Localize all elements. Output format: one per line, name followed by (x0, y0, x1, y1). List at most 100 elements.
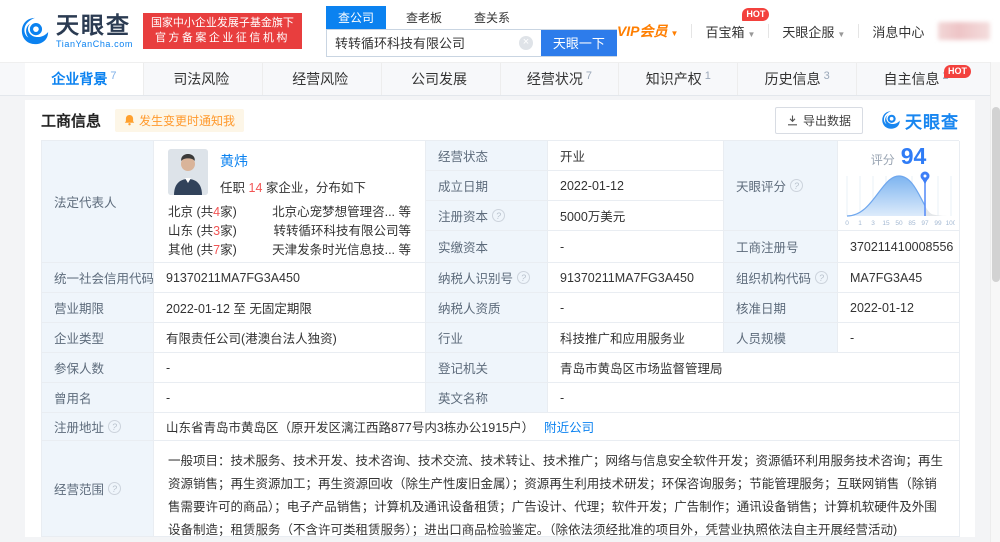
scope-value: 一般项目：技术服务、技术开发、技术咨询、技术交流、技术转让、技术推广；网络与信息… (154, 441, 960, 537)
search-area: 查公司 查老板 查关系 × 天眼一下 (325, 5, 617, 57)
address-cell: 山东省青岛市黄岛区（原开发区漓江西路877号内3栋办公1915户） 附近公司 (154, 413, 960, 441)
help-icon[interactable]: ? (108, 420, 122, 433)
help-icon[interactable]: ? (517, 271, 531, 284)
legal-rep-label: 法定代表人 (42, 141, 154, 263)
message-center-menu[interactable]: 消息中心 (872, 22, 924, 41)
scrollbar-thumb[interactable] (992, 107, 1000, 282)
export-data-button[interactable]: 导出数据 (774, 106, 863, 134)
svg-text:50: 50 (895, 220, 903, 227)
tianyancha-logo[interactable]: 天眼查 TianYanCha.com (20, 11, 133, 49)
legal-rep-cell: 黄炜 任职 14 家企业，分布如下 北京 (共4家) 北京心宠梦想管理咨... … (154, 141, 426, 263)
insured-label: 参保人数 (42, 353, 154, 383)
enterprise-service-menu[interactable]: 天眼企服 ▼ (782, 22, 845, 41)
search-tab-company[interactable]: 查公司 (325, 5, 386, 29)
caret-down-icon: ▼ (670, 29, 679, 38)
tab-self-info[interactable]: 自主信息2 HOT (856, 63, 975, 95)
tab-operation-status[interactable]: 经营状况 7 (499, 63, 619, 95)
company-type-label: 企业类型 (42, 323, 154, 353)
taxpayer-id-value: 91370211MA7FG3A450 (548, 263, 724, 293)
tianyancha-logo-icon (21, 17, 49, 45)
distribution-company: 转转循环科技有限公司等 (273, 224, 411, 238)
tab-company-development[interactable]: 公司发展 (380, 63, 500, 95)
svg-text:97: 97 (921, 220, 929, 227)
former-name-value: - (154, 383, 426, 413)
taxpayer-quality-value: - (548, 293, 724, 323)
company-search-input[interactable] (326, 29, 519, 56)
watermark-logo-icon (882, 111, 900, 129)
credit-code-label: 统一社会信用代码? (42, 263, 154, 293)
vip-member-menu[interactable]: VIP会员 ▼ (617, 21, 679, 41)
address-value: 山东省青岛市黄岛区（原开发区漓江西路877号内3栋办公1915户） (166, 421, 535, 435)
caret-down-icon: ▼ (837, 29, 846, 39)
business-info-card: 工商信息 发生变更时通知我 导出数据 天眼查 法定代表人 黄炜 任职 14 家企… (25, 100, 975, 537)
brand-text: 天眼查 (56, 11, 131, 38)
distribution-company: 北京心宠梦想管理咨... 等 (272, 205, 411, 219)
insured-value: - (154, 353, 426, 383)
help-icon[interactable]: ? (790, 179, 804, 192)
hot-badge: HOT (944, 65, 971, 78)
reg-capital-value: 5000万美元 (548, 201, 724, 231)
svg-text:0: 0 (845, 220, 849, 227)
legal-rep-name-link[interactable]: 黄炜 (220, 151, 366, 171)
org-code-label: 组织机构代码? (724, 263, 838, 293)
tab-intellectual-property[interactable]: 知识产权 1 (618, 63, 737, 95)
tab-judicial-risk[interactable]: 司法风险 (142, 63, 262, 95)
paid-capital-label: 实缴资本 (426, 231, 548, 263)
distribution-row: 山东 (共3家) 转转循环科技有限公司等 (168, 222, 411, 241)
company-nav-tabs: 企业背景 7 司法风险 经营风险 公司发展 经营状况 7 知识产权 1 历史信息 3 自… (0, 62, 1000, 96)
paid-capital-value: - (548, 231, 724, 263)
approve-date-label: 核准日期 (724, 293, 838, 323)
score-distribution-chart: 0 1 3 15 50 85 97 99 100 (845, 171, 955, 227)
cert-line1: 国家中小企业发展子基金旗下 (150, 17, 294, 29)
search-tab-boss[interactable]: 查老板 (394, 6, 454, 29)
score-label: 天眼评分? (724, 141, 838, 231)
score-caption: 评分 (870, 153, 895, 167)
legal-rep-photo[interactable] (168, 149, 208, 195)
score-value: 94 (900, 143, 927, 169)
approve-date-value: 2022-01-12 (838, 293, 960, 323)
download-icon (787, 115, 797, 125)
search-tab-relation[interactable]: 查关系 (462, 6, 522, 29)
registry-value: 青岛市黄岛区市场监督管理局 (548, 353, 960, 383)
svg-text:1: 1 (858, 220, 862, 227)
biz-term-value: 2022-01-12 至 无固定期限 (154, 293, 426, 323)
tab-company-background[interactable]: 企业背景 7 (25, 63, 143, 95)
notify-change-button[interactable]: 发生变更时通知我 (115, 108, 245, 132)
scrollbar-track[interactable] (990, 62, 1000, 542)
staff-size-label: 人员规模 (724, 323, 838, 353)
english-name-value: - (548, 383, 960, 413)
treasure-box-menu[interactable]: 百宝箱 ▼ HOT (705, 7, 770, 41)
reg-capital-label: 注册资本? (426, 201, 548, 231)
top-header: 天眼查 TianYanCha.com 国家中小企业发展子基金旗下 官方备案企业征… (0, 0, 1000, 62)
help-icon[interactable]: ? (815, 271, 829, 284)
score-chart-cell: 评分 94 0 1 3 15 50 85 97 99 10 (838, 141, 960, 231)
taxpayer-id-label: 纳税人识别号? (426, 263, 548, 293)
tab-history-info[interactable]: 历史信息 3 (737, 63, 856, 95)
distribution-row: 其他 (共7家) 天津发条时光信息技... 等 (168, 241, 411, 260)
svg-text:15: 15 (882, 220, 890, 227)
help-icon[interactable]: ? (492, 209, 506, 222)
nearby-companies-link[interactable]: 附近公司 (544, 417, 594, 436)
user-avatar[interactable] (938, 22, 991, 40)
company-type-value: 有限责任公司(港澳台法人独资) (154, 323, 426, 353)
business-info-table: 法定代表人 黄炜 任职 14 家企业，分布如下 北京 (共4家) 北京心宠梦想管… (41, 140, 960, 537)
svg-text:100: 100 (945, 220, 954, 227)
hot-badge: HOT (742, 7, 770, 21)
certification-badge: 国家中小企业发展子基金旗下 官方备案企业征信机构 (142, 13, 302, 49)
caret-down-icon: ▼ (747, 29, 756, 39)
watermark-logo: 天眼查 (881, 108, 959, 133)
taxpayer-quality-label: 纳税人资质 (426, 293, 548, 323)
registry-label: 登记机关 (426, 353, 548, 383)
tab-operation-risk[interactable]: 经营风险 (261, 63, 381, 95)
brand-domain: TianYanCha.com (56, 38, 133, 49)
clear-search-icon[interactable]: × (518, 35, 533, 50)
search-button[interactable]: 天眼一下 (540, 29, 617, 56)
cert-line2: 官方备案企业征信机构 (154, 32, 290, 44)
address-label: 注册地址? (42, 413, 154, 441)
help-icon[interactable]: ? (108, 482, 122, 495)
divider (691, 24, 693, 38)
distribution-company: 天津发条时光信息技... 等 (272, 243, 411, 257)
industry-value: 科技推广和应用服务业 (548, 323, 724, 353)
biz-status-value: 开业 (548, 141, 724, 171)
scope-label: 经营范围? (42, 441, 154, 537)
